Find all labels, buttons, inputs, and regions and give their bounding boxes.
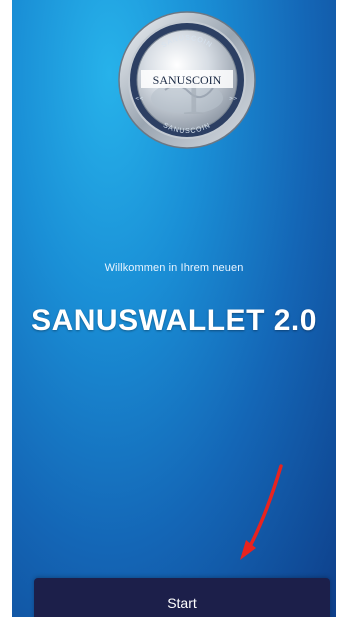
app-title: SANUSWALLET 2.0 bbox=[31, 304, 317, 337]
welcome-screen: 1 SANUSCOIN SANUSCOIN SANUSCOIN << >> Wi… bbox=[12, 0, 336, 617]
svg-text:>>: >> bbox=[229, 96, 237, 102]
svg-text:<<: << bbox=[135, 96, 143, 102]
start-button-label: Start bbox=[167, 595, 197, 611]
coin-center-text: SANUSCOIN bbox=[153, 73, 222, 87]
red-arrow-icon bbox=[240, 464, 283, 560]
phone-frame: 1 SANUSCOIN SANUSCOIN SANUSCOIN << >> Wi… bbox=[0, 0, 346, 617]
coin-logo-icon: 1 SANUSCOIN SANUSCOIN SANUSCOIN << >> bbox=[118, 11, 256, 149]
start-button[interactable]: Start bbox=[34, 578, 330, 617]
welcome-text: Willkommen in Ihrem neuen bbox=[104, 262, 244, 274]
